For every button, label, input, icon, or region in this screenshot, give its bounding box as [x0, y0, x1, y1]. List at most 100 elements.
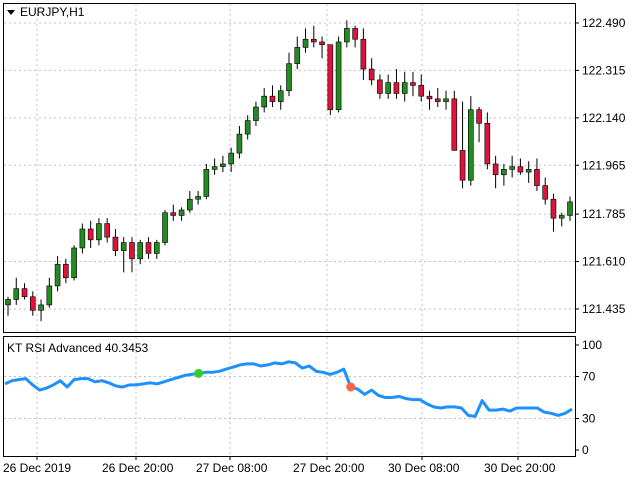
time-tick-label: 30 Dec 20:00 — [484, 461, 556, 475]
price-tick-label: 121.610 — [582, 255, 626, 269]
bear-candle-body — [542, 185, 549, 200]
bear-candle-body — [368, 68, 375, 81]
bull-candle-body — [137, 242, 144, 260]
bull-candle-body — [46, 285, 53, 306]
sell-signal-dot — [346, 382, 356, 392]
price-tick-label: 121.785 — [582, 207, 626, 221]
bull-candle-body — [13, 288, 20, 300]
bear-candle-body — [476, 109, 482, 124]
time-tick-label: 30 Dec 08:00 — [388, 461, 460, 475]
bull-candle-body — [178, 209, 185, 216]
bear-candle-body — [360, 38, 367, 70]
time-tick-label: 27 Dec 20:00 — [293, 461, 365, 475]
bull-candle-body — [253, 106, 259, 121]
candle[interactable] — [468, 96, 474, 186]
price-tick-label: 121.965 — [582, 158, 626, 172]
trading-chart[interactable]: EURJPY,H1 122.490122.315122.140121.96512… — [0, 0, 640, 480]
bear-candle-body — [327, 44, 334, 111]
bull-candle-body — [244, 120, 251, 135]
bull-candle-body — [401, 82, 408, 94]
candle[interactable] — [327, 44, 334, 116]
bull-candle-body — [443, 98, 449, 102]
price-tick-label: 122.315 — [582, 63, 626, 77]
bear-candle-body — [434, 98, 441, 102]
bull-candle-body — [525, 169, 532, 173]
bull-candle-body — [79, 228, 86, 249]
price-tick-label: 121.435 — [582, 302, 626, 316]
bear-candle-body — [418, 85, 425, 97]
rsi-tick-label: 30 — [582, 412, 596, 426]
bear-candle-body — [426, 95, 433, 100]
rsi-tick-label: 100 — [582, 338, 602, 352]
price-axis: 122.490 122.315 122.140 121.965 121.785 121.6… — [575, 16, 626, 316]
bear-candle-body — [29, 296, 36, 311]
bear-candle-body — [87, 228, 94, 241]
bear-candle-body — [534, 169, 540, 186]
bear-candle-body — [393, 82, 400, 94]
bear-candle-body — [129, 242, 135, 260]
bear-candle-body — [492, 163, 499, 176]
bull-candle-body — [302, 38, 309, 48]
bull-candle-body — [5, 299, 11, 306]
bull-candle-body — [162, 212, 168, 243]
bull-candle-body — [277, 90, 284, 102]
candle[interactable] — [451, 90, 458, 151]
bull-candle-body — [211, 166, 218, 170]
bull-candle-body — [195, 196, 201, 200]
bull-candle-body — [261, 95, 268, 108]
bear-candle-body — [269, 95, 276, 102]
candle[interactable] — [162, 210, 168, 246]
bear-candle-body — [484, 122, 491, 165]
time-tick-label: 26 Dec 2019 — [3, 461, 71, 475]
time-tick-label: 26 Dec 20:00 — [102, 461, 174, 475]
buy-signal-dot — [194, 368, 204, 378]
bull-candle-body — [567, 201, 573, 216]
bear-candle-body — [21, 288, 28, 298]
bull-candle-body — [468, 109, 474, 181]
time-tick-label: 27 Dec 08:00 — [196, 461, 268, 475]
bear-candle-body — [517, 166, 524, 173]
bull-candle-body — [120, 242, 127, 251]
bear-candle-body — [112, 236, 119, 251]
bull-candle-body — [294, 47, 301, 64]
bull-candle-body — [203, 169, 210, 197]
bull-candle-body — [187, 198, 193, 211]
bull-candle-body — [236, 133, 243, 154]
bear-candle-body — [319, 41, 325, 45]
bull-candle-body — [96, 223, 102, 241]
bear-candle-body — [451, 98, 458, 151]
time-axis: 26 Dec 2019 26 Dec 20:00 27 Dec 08:00 27 De… — [3, 456, 556, 475]
bear-candle-body — [310, 38, 317, 43]
bull-candle-body — [153, 242, 160, 254]
bear-candle-body — [63, 263, 69, 279]
price-tick-label: 122.140 — [582, 111, 626, 125]
bear-candle-body — [352, 28, 358, 40]
bull-candle-body — [344, 28, 350, 43]
bull-candle-body — [335, 41, 342, 111]
bull-candle-body — [385, 82, 391, 94]
bull-candle-body — [558, 215, 565, 219]
indicator-axis: 100 70 30 0 — [575, 338, 602, 457]
rsi-tick-label: 70 — [582, 370, 596, 384]
bull-candle-body — [286, 63, 292, 92]
bear-candle-body — [170, 212, 177, 216]
candle[interactable] — [71, 245, 77, 281]
bull-candle-body — [220, 163, 226, 167]
bear-candle-body — [410, 82, 416, 86]
bear-candle-body — [550, 198, 557, 219]
price-tick-label: 122.490 — [582, 16, 626, 30]
bear-candle-body — [459, 150, 466, 181]
bull-candle-body — [228, 152, 234, 165]
bear-candle-body — [145, 242, 152, 254]
bull-candle-body — [54, 263, 61, 287]
candle[interactable] — [203, 163, 210, 200]
bull-candle-body — [71, 247, 77, 279]
bull-candle-body — [501, 169, 507, 176]
candle[interactable] — [335, 36, 342, 113]
bull-candle-body — [509, 166, 515, 170]
bear-candle-body — [104, 223, 110, 238]
bear-candle-body — [377, 79, 383, 94]
indicator-label: KT RSI Advanced 40.3453 — [7, 341, 149, 355]
rsi-tick-label: 0 — [582, 443, 589, 457]
symbol-label: EURJPY,H1 — [20, 5, 85, 19]
